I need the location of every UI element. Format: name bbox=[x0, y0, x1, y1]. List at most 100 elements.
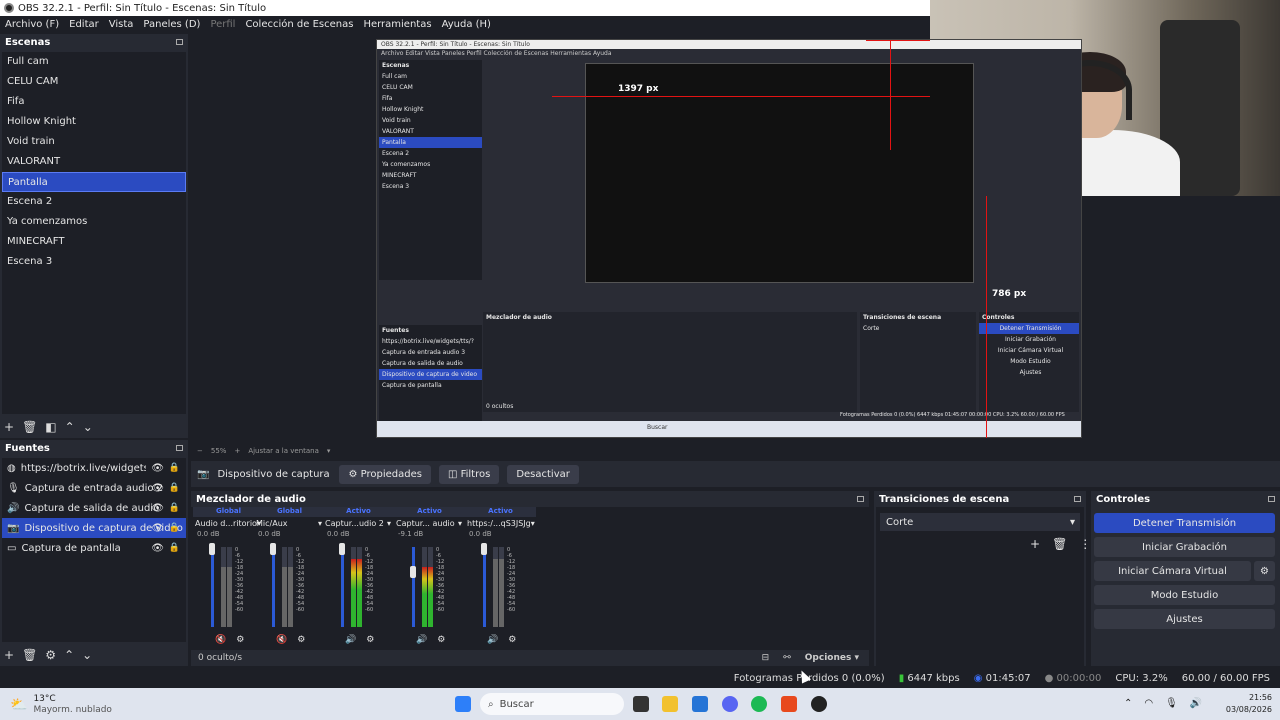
muted-speaker-icon[interactable]: 🔇 bbox=[276, 635, 287, 645]
volume-fader[interactable] bbox=[211, 547, 214, 627]
scene-item[interactable]: VALORANT bbox=[2, 152, 186, 172]
channel-settings-icon[interactable]: ⚙ bbox=[508, 635, 516, 645]
volume-fader[interactable] bbox=[412, 547, 415, 627]
options-button[interactable]: Opciones ▾ bbox=[805, 653, 859, 663]
source-item-selected[interactable]: 📷 Dispositivo de captura de video 👁 🔒 bbox=[2, 518, 186, 538]
chevron-down-icon[interactable]: ▾ bbox=[387, 519, 391, 528]
menu-tools[interactable]: Herramientas bbox=[358, 19, 436, 30]
visibility-eye-icon[interactable]: 👁 bbox=[151, 463, 164, 474]
microphone-icon[interactable]: 🎙 bbox=[1165, 698, 1178, 709]
studio-mode-button[interactable]: Modo Estudio bbox=[1094, 585, 1275, 605]
source-item[interactable]: 🎙 Captura de entrada audio 2 👁 🔒 bbox=[2, 478, 186, 498]
undock-icon[interactable] bbox=[1074, 496, 1081, 502]
deactivate-button[interactable]: Desactivar bbox=[507, 464, 579, 484]
advanced-audio-icon[interactable]: ⚯ bbox=[783, 653, 791, 663]
layout-toggle-icon[interactable]: ⊟ bbox=[762, 653, 770, 663]
lock-icon[interactable]: 🔒 bbox=[169, 483, 180, 493]
speaker-icon[interactable]: 🔊 bbox=[416, 635, 427, 645]
lock-icon[interactable]: 🔒 bbox=[169, 463, 180, 473]
fader-knob[interactable] bbox=[481, 543, 487, 555]
lock-icon[interactable]: 🔒 bbox=[169, 543, 180, 553]
chevron-down-icon[interactable]: ▾ bbox=[531, 519, 535, 528]
source-settings-icon[interactable]: ⚙ bbox=[45, 648, 56, 662]
speaker-icon[interactable]: 🔊 bbox=[345, 635, 356, 645]
source-item[interactable]: 🔊 Captura de salida de audio 👁 🔒 bbox=[2, 498, 186, 518]
move-up-icon[interactable]: ⌃ bbox=[64, 648, 74, 662]
weather-widget[interactable]: ⛅ 13°C Mayorm. nublado bbox=[10, 694, 112, 716]
network-icon[interactable]: ◠ bbox=[1144, 698, 1153, 709]
undock-icon[interactable] bbox=[176, 445, 183, 451]
scene-item[interactable]: Hollow Knight bbox=[2, 112, 186, 132]
undock-icon[interactable] bbox=[1268, 496, 1275, 502]
zoom-fit[interactable]: Ajustar a la ventana bbox=[248, 447, 319, 455]
volume-fader[interactable] bbox=[272, 547, 275, 627]
volume-fader[interactable] bbox=[483, 547, 486, 627]
tray-chevron-icon[interactable]: ⌃ bbox=[1124, 698, 1132, 709]
source-item[interactable]: ▭ Captura de pantalla 👁 🔒 bbox=[2, 538, 186, 558]
menu-docks[interactable]: Paneles (D) bbox=[138, 19, 205, 30]
fader-knob[interactable] bbox=[339, 543, 345, 555]
chevron-down-icon[interactable]: ▾ bbox=[458, 519, 462, 528]
scene-item[interactable]: Full cam bbox=[2, 52, 186, 72]
filters-button[interactable]: ◫ Filtros bbox=[438, 464, 500, 484]
scene-item[interactable]: MINECRAFT bbox=[2, 232, 186, 252]
file-explorer-icon[interactable] bbox=[662, 696, 678, 712]
remove-scene-icon[interactable]: 🗑 bbox=[22, 420, 37, 434]
visibility-eye-icon[interactable]: 👁 bbox=[151, 503, 164, 514]
move-down-icon[interactable]: ⌄ bbox=[82, 648, 92, 662]
store-icon[interactable] bbox=[692, 696, 708, 712]
menu-edit[interactable]: Editar bbox=[64, 19, 104, 30]
obs-icon[interactable] bbox=[811, 696, 827, 712]
start-virtual-cam-button[interactable]: Iniciar Cámara Virtual bbox=[1094, 561, 1251, 581]
fader-knob[interactable] bbox=[209, 543, 215, 555]
channel-settings-icon[interactable]: ⚙ bbox=[236, 635, 244, 645]
menu-scene-collection[interactable]: Colección de Escenas bbox=[240, 19, 358, 30]
menu-view[interactable]: Vista bbox=[104, 19, 139, 30]
virtual-cam-settings-button[interactable]: ⚙ bbox=[1254, 561, 1275, 581]
spotify-icon[interactable] bbox=[751, 696, 767, 712]
chevron-down-icon[interactable]: ▾ bbox=[318, 519, 322, 528]
zoom-in-icon[interactable]: + bbox=[234, 447, 240, 455]
taskbar-search[interactable]: ⌕ Buscar bbox=[480, 693, 624, 715]
task-view-icon[interactable] bbox=[633, 696, 649, 712]
start-recording-button[interactable]: Iniciar Grabación bbox=[1094, 537, 1275, 557]
visibility-eye-icon[interactable]: 👁 bbox=[151, 543, 164, 554]
scene-item[interactable]: Escena 2 bbox=[2, 192, 186, 212]
fader-knob[interactable] bbox=[270, 543, 276, 555]
move-up-icon[interactable]: ⌃ bbox=[65, 420, 75, 434]
muted-speaker-icon[interactable]: 🔇 bbox=[215, 635, 226, 645]
clock[interactable]: 21:56 03/08/2026 bbox=[1226, 692, 1272, 716]
speaker-icon[interactable]: 🔊 bbox=[487, 635, 498, 645]
channel-settings-icon[interactable]: ⚙ bbox=[297, 635, 305, 645]
remove-source-icon[interactable]: 🗑 bbox=[22, 648, 37, 662]
stop-stream-button[interactable]: Detener Transmisión bbox=[1094, 513, 1275, 533]
remove-transition-icon[interactable]: 🗑 bbox=[1052, 537, 1067, 551]
scene-item[interactable]: CELU CAM bbox=[2, 72, 186, 92]
scene-item[interactable]: Void train bbox=[2, 132, 186, 152]
discord-icon[interactable] bbox=[722, 696, 738, 712]
visibility-eye-icon[interactable]: 👁 bbox=[151, 523, 164, 534]
lock-icon[interactable]: 🔒 bbox=[169, 523, 180, 533]
add-transition-icon[interactable]: + bbox=[1030, 537, 1040, 551]
source-item[interactable]: ◍ https://botrix.live/widgets/tts/? 👁 🔒 bbox=[2, 458, 186, 478]
brave-icon[interactable] bbox=[781, 696, 797, 712]
undock-icon[interactable] bbox=[857, 496, 864, 502]
scene-item-selected[interactable]: Pantalla bbox=[2, 172, 186, 192]
lock-icon[interactable]: 🔒 bbox=[169, 503, 180, 513]
chevron-down-icon[interactable]: ▾ bbox=[327, 447, 331, 455]
fader-knob[interactable] bbox=[410, 565, 416, 578]
volume-icon[interactable]: 🔊 bbox=[1190, 698, 1202, 709]
volume-fader[interactable] bbox=[341, 547, 344, 627]
add-scene-icon[interactable]: + bbox=[4, 420, 14, 434]
more-options-icon[interactable]: ⋮ bbox=[1079, 537, 1091, 551]
move-down-icon[interactable]: ⌄ bbox=[83, 420, 93, 434]
scene-item[interactable]: Fifa bbox=[2, 92, 186, 112]
scene-item[interactable]: Escena 3 bbox=[2, 252, 186, 272]
transition-select[interactable]: Corte ▾ bbox=[880, 513, 1080, 531]
visibility-eye-icon[interactable]: 👁 bbox=[151, 483, 164, 494]
properties-button[interactable]: ⚙ Propiedades bbox=[339, 464, 431, 484]
channel-settings-icon[interactable]: ⚙ bbox=[366, 635, 374, 645]
scene-filters-icon[interactable]: ◧ bbox=[45, 420, 56, 434]
menu-help[interactable]: Ayuda (H) bbox=[437, 19, 496, 30]
zoom-out-icon[interactable]: − bbox=[197, 447, 203, 455]
